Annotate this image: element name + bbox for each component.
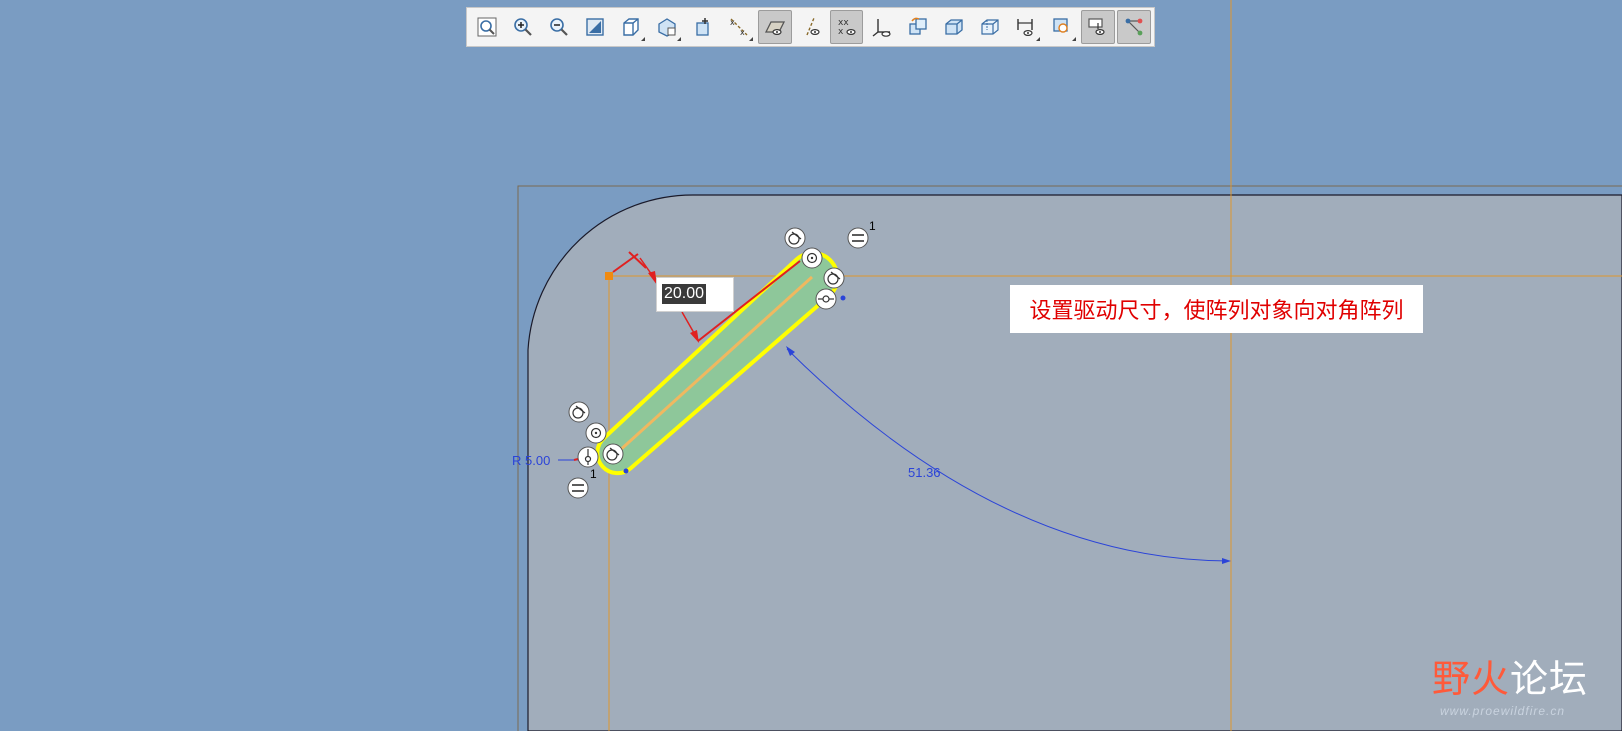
spin-center-icon — [909, 17, 928, 35]
tangent-constraint-icon[interactable] — [602, 443, 624, 465]
zoom-in-icon — [514, 18, 532, 36]
dimension-edit-box[interactable]: 20.00 — [656, 277, 734, 312]
saved-views-icon — [658, 18, 676, 37]
shading-icon — [945, 19, 964, 35]
svg-text:x: x — [740, 28, 745, 37]
dimension-value-input[interactable]: 20.00 — [662, 284, 707, 304]
refit-button[interactable] — [470, 10, 504, 44]
forum-watermark: 野火论坛 www.proewildfire.cn — [1432, 648, 1622, 728]
watermark-title-part: 火 — [1471, 657, 1511, 701]
on-entity-constraint-icon[interactable] — [815, 288, 837, 310]
constraint-display-button[interactable] — [1045, 10, 1079, 44]
vertical-constraint-icon[interactable] — [577, 446, 599, 468]
repaint-button[interactable] — [578, 10, 612, 44]
saved-orientations-button[interactable] — [650, 10, 684, 44]
point-display-icon: xxx — [838, 18, 856, 37]
csys-display-button[interactable] — [865, 10, 899, 44]
point-display-button[interactable]: xx x — [829, 10, 864, 44]
zoom-in-button[interactable] — [506, 10, 540, 44]
dimension-display-button[interactable] — [1009, 10, 1043, 44]
equal-constraint-icon[interactable] — [567, 477, 589, 499]
vertex-display-icon — [1088, 18, 1105, 36]
spin-center-button[interactable] — [901, 10, 935, 44]
display-style-icon — [623, 18, 639, 36]
grid-display-icon — [1125, 18, 1143, 36]
watermark-title: 野火论坛 — [1432, 648, 1588, 703]
axis-display-icon — [805, 17, 820, 36]
wireframe-icon — [981, 19, 999, 35]
center-point-icon[interactable] — [585, 422, 607, 444]
watermark-title-part: 论坛 — [1510, 657, 1589, 701]
slot-vertex — [840, 295, 846, 301]
vertex-display-button[interactable] — [1081, 10, 1116, 44]
annotation-callout-text: 设置驱动尺寸，使阵列对象向对角阵列 — [1029, 299, 1404, 324]
csys-display-icon — [873, 19, 892, 37]
zoom-out-icon — [550, 18, 568, 36]
view-manager-icon — [696, 18, 709, 36]
svg-text:x: x — [730, 18, 735, 27]
sketch-view-button[interactable] — [757, 10, 792, 44]
tangent-constraint-icon[interactable] — [784, 227, 806, 249]
angle-dimension-label[interactable]: 51.36 — [908, 465, 941, 480]
display-style-button[interactable] — [614, 10, 648, 44]
radius-dimension-label[interactable]: R 5.00 — [512, 453, 550, 468]
grid-display-button[interactable] — [1117, 10, 1152, 44]
graphics-area[interactable] — [0, 0, 1622, 731]
slot-vertex — [623, 468, 629, 474]
constraint-index-label: 1 — [590, 467, 597, 481]
constraint-index-label: 1 — [869, 219, 876, 233]
constraint-display-icon — [1053, 18, 1068, 33]
axis-display-button[interactable] — [794, 10, 828, 44]
datum-display-button[interactable]: xx — [722, 10, 756, 44]
refit-icon — [477, 17, 497, 37]
svg-text:x: x — [838, 27, 844, 37]
annotation-callout: 设置驱动尺寸，使阵列对象向对角阵列 — [1010, 285, 1423, 333]
graphics-toolbar: xx xx x — [466, 7, 1155, 47]
tangent-constraint-icon[interactable] — [568, 401, 590, 423]
repaint-icon — [586, 18, 604, 36]
view-manager-button[interactable] — [686, 10, 720, 44]
equal-constraint-icon[interactable] — [847, 227, 869, 249]
dimension-display-icon — [1017, 19, 1033, 37]
zoom-out-button[interactable] — [542, 10, 576, 44]
sketch-view-icon — [764, 21, 785, 36]
shading-button[interactable] — [937, 10, 971, 44]
center-point-icon[interactable] — [801, 247, 823, 269]
watermark-title-part: 野 — [1432, 657, 1472, 701]
watermark-url: www.proewildfire.cn — [1440, 704, 1566, 718]
reference-origin-point[interactable] — [605, 272, 613, 280]
datum-filters-icon: xx — [730, 18, 748, 37]
tangent-constraint-icon[interactable] — [823, 267, 845, 289]
wireframe-button[interactable] — [973, 10, 1007, 44]
